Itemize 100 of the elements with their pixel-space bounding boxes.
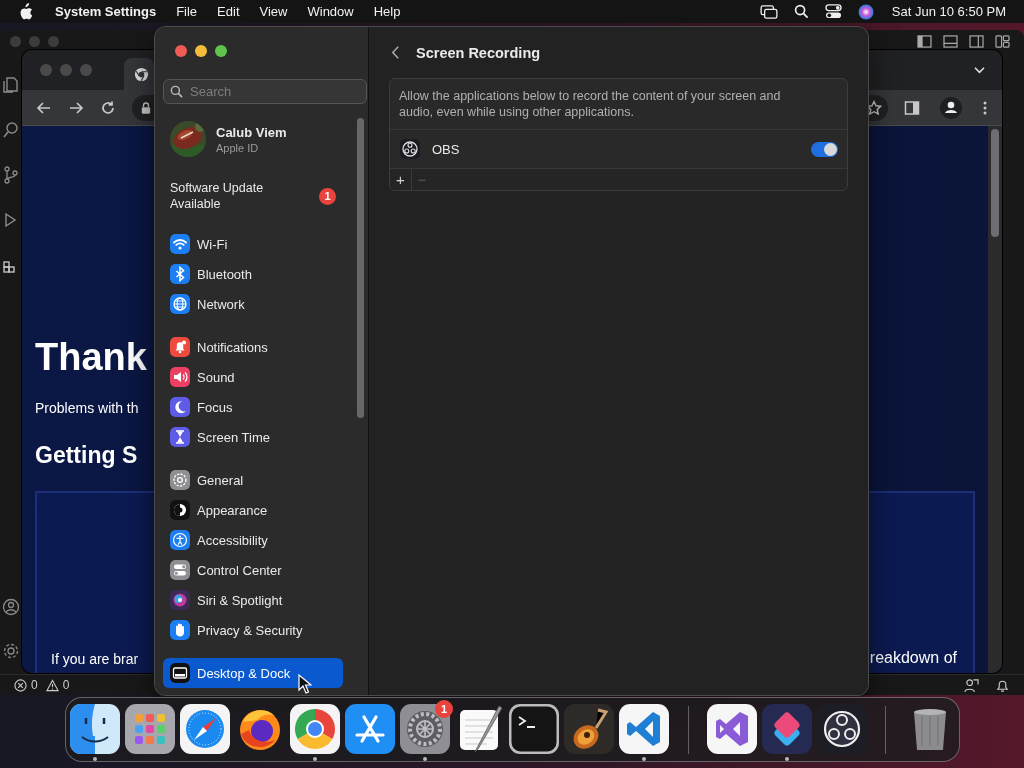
warning-icon [45, 678, 59, 692]
menu-item[interactable]: Edit [207, 4, 250, 19]
gear-icon [170, 470, 190, 490]
panel-description: Allow the applications below to record the content of your screen and audio, even while using other applications. [390, 79, 847, 130]
hand-icon [170, 620, 190, 640]
guitar-icon[interactable] [564, 704, 615, 754]
terminal-icon[interactable] [509, 704, 560, 754]
toggle-switch[interactable] [811, 141, 838, 157]
star-icon [866, 99, 882, 116]
reload-icon[interactable] [100, 99, 116, 116]
aperture-icon [400, 139, 420, 159]
compass-icon[interactable] [180, 704, 231, 754]
lock-icon [141, 101, 151, 114]
siri-icon[interactable] [857, 3, 874, 20]
sidebar-item[interactable]: Notifications [163, 332, 343, 362]
sidebar-item[interactable]: Siri & Spotlight [163, 585, 343, 615]
app-menu[interactable]: System Settings [33, 4, 167, 19]
window-icon [170, 663, 190, 683]
apple-logo-icon [18, 2, 33, 21]
scrollbar[interactable] [988, 126, 1002, 673]
account-subtitle: Apple ID [216, 141, 260, 154]
account-icon[interactable] [2, 598, 20, 616]
scrollbar[interactable] [357, 118, 364, 418]
address-bar[interactable] [132, 94, 155, 121]
error-count: 0 [31, 678, 38, 692]
bluetooth-icon [170, 264, 190, 284]
accessibility-icon [170, 530, 190, 550]
sidebar-item[interactable]: Control Center [163, 555, 343, 585]
ribbon-icon[interactable] [619, 704, 670, 754]
notification-badge: 1 [319, 187, 336, 205]
chevron-down-icon[interactable] [973, 65, 986, 75]
source-control-icon[interactable] [2, 166, 20, 184]
split-layout-icon[interactable] [969, 34, 984, 48]
software-update-link[interactable]: Software Update Available [170, 180, 288, 212]
moon-icon [170, 397, 190, 417]
sidebar-item[interactable]: Privacy & Security [163, 615, 343, 645]
section-heading: Getting S [35, 442, 138, 469]
browser-tab[interactable] [124, 58, 154, 90]
menu-item[interactable]: View [249, 4, 298, 19]
pinwheel-icon[interactable] [289, 704, 340, 754]
sidebar-item[interactable]: Desktop & Dock [163, 658, 343, 688]
stick-letter-icon[interactable] [344, 704, 395, 754]
notification-badge: 1 [435, 700, 454, 718]
profile-icon[interactable] [940, 96, 962, 119]
pinwheel-icon [134, 66, 149, 82]
menu-bar-clock[interactable]: Sat Jun 10 6:50 PM [891, 4, 1006, 19]
bell-icon [170, 337, 190, 357]
side-panel-icon[interactable] [904, 99, 920, 116]
page-title: Screen Recording [416, 44, 541, 61]
aperture-icon[interactable] [816, 704, 867, 754]
control-center-icon[interactable] [824, 4, 842, 19]
page-heading: Thank [35, 338, 147, 376]
toggles-icon [170, 560, 190, 580]
sidebar-item[interactable]: Wi-Fi [163, 229, 343, 259]
live-share-icon[interactable] [964, 677, 979, 693]
forward-arrow-icon[interactable] [68, 99, 84, 116]
gear-icon[interactable] [2, 642, 20, 660]
app-grid-icon[interactable] [125, 704, 176, 754]
more-icon[interactable] [982, 99, 988, 116]
back-arrow-icon[interactable] [36, 99, 52, 116]
screen-mirroring-icon[interactable] [759, 4, 778, 19]
search-icon [170, 85, 183, 98]
sidebar-item[interactable]: Appearance [163, 495, 343, 525]
sidebar-item[interactable]: Screen Time [163, 422, 343, 452]
card-text: If you are brar [51, 651, 139, 667]
window-control[interactable] [195, 44, 207, 57]
grid-layout-icon[interactable] [995, 34, 1010, 48]
sidebar-layout-icon[interactable] [917, 34, 932, 48]
search-field[interactable]: Search [163, 79, 367, 104]
finder-icon[interactable] [70, 704, 121, 754]
page-text: Problems with th [35, 400, 139, 416]
contrast-icon [170, 500, 190, 520]
sidebar-item[interactable]: Focus [163, 392, 343, 422]
sidebar-item[interactable]: Network [163, 289, 343, 319]
speaker-icon [170, 367, 190, 387]
warning-count: 0 [62, 678, 70, 692]
add-button[interactable]: + [390, 169, 412, 190]
orb-icon [170, 590, 190, 610]
error-icon [14, 678, 27, 692]
loop-icon[interactable] [707, 704, 758, 754]
menu-item[interactable]: Window [297, 4, 364, 19]
gear-icon[interactable] [399, 704, 450, 754]
hourglass-icon [170, 427, 190, 447]
panel-layout-icon[interactable] [943, 34, 958, 48]
card-text: reakdown of [869, 649, 957, 667]
window-control[interactable] [175, 44, 187, 57]
sidebar-item[interactable]: Accessibility [163, 525, 343, 555]
sidebar-item[interactable]: Sound [163, 362, 343, 392]
account-name[interactable]: Calub Viem [216, 124, 287, 140]
menu-item[interactable]: Help [363, 4, 411, 19]
back-chevron-icon[interactable] [391, 45, 400, 60]
window-control[interactable] [215, 44, 227, 57]
sidebar-item[interactable]: General [163, 465, 343, 495]
globe-icon [170, 294, 190, 314]
layers-icon[interactable] [761, 704, 812, 754]
menu-item[interactable]: File [166, 4, 208, 19]
search-icon[interactable] [793, 4, 809, 19]
sidebar-item[interactable]: Bluetooth [163, 259, 343, 289]
wifi-icon [170, 234, 190, 254]
files-icon[interactable] [2, 76, 20, 94]
